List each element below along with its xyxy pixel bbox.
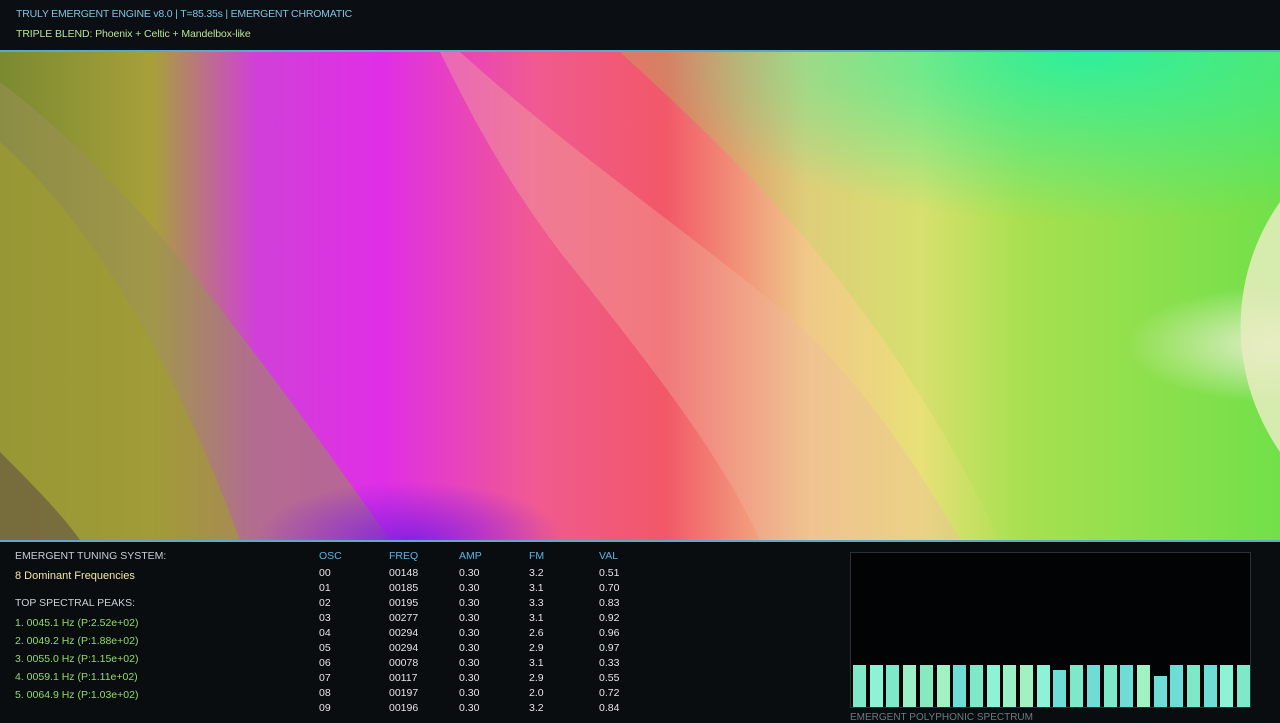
osc-freq: 00078 <box>389 657 419 669</box>
header-bar: TRULY EMERGENT ENGINE v8.0 | T=85.35s | … <box>0 0 1280 52</box>
osc-freq: 00148 <box>389 567 419 579</box>
spectrum-bar <box>1053 670 1067 707</box>
spectrum-bar <box>886 665 900 707</box>
osc-freq: 00196 <box>389 702 419 714</box>
spectrum-bar <box>853 665 866 707</box>
osc-fm: 2.0 <box>529 687 544 699</box>
spectral-peak-item: 4. 0059.1 Hz (P:1.11e+02) <box>15 671 138 683</box>
osc-val: 0.55 <box>599 672 620 684</box>
osc-val: 0.51 <box>599 567 620 579</box>
osc-id: 03 <box>319 612 331 624</box>
osc-amp: 0.30 <box>459 657 480 669</box>
spectrum-bar <box>1003 665 1017 707</box>
spectrum-bar <box>1220 665 1234 707</box>
osc-id: 05 <box>319 642 331 654</box>
osc-amp: 0.30 <box>459 702 480 714</box>
spectrum-bar <box>1036 665 1050 707</box>
osc-freq: 00294 <box>389 627 419 639</box>
spectrum-bar <box>1086 665 1100 707</box>
spectrum-bar <box>903 665 917 707</box>
spectrum-bar <box>1070 665 1084 707</box>
spectrum-bar <box>1020 665 1033 707</box>
spectrum-bar <box>1120 665 1134 707</box>
osc-freq: 00117 <box>389 672 418 684</box>
osc-fm: 3.3 <box>529 597 544 609</box>
engine-status-line: TRULY EMERGENT ENGINE v8.0 | T=85.35s | … <box>16 8 353 20</box>
osc-freq: 00185 <box>389 582 419 594</box>
osc-freq: 00277 <box>389 612 419 624</box>
osc-id: 07 <box>319 672 331 684</box>
tuning-system-title: EMERGENT TUNING SYSTEM: <box>15 550 167 562</box>
osc-id: 02 <box>319 597 331 609</box>
osc-amp: 0.30 <box>459 672 480 684</box>
spectral-peaks-title: TOP SPECTRAL PEAKS: <box>15 597 136 609</box>
osc-val: 0.72 <box>599 687 620 699</box>
spectral-peak-item: 3. 0055.0 Hz (P:1.15e+02) <box>15 653 139 665</box>
osc-val: 0.83 <box>599 597 620 609</box>
blend-status-line: TRIPLE BLEND: Phoenix + Celtic + Mandelb… <box>16 28 251 40</box>
osc-fm: 2.9 <box>529 642 544 654</box>
osc-freq: 00195 <box>389 597 419 609</box>
osc-fm: 3.1 <box>529 582 544 594</box>
osc-id: 04 <box>319 627 331 639</box>
spectrum-label: EMERGENT POLYPHONIC SPECTRUM <box>850 712 1033 723</box>
osc-id: 01 <box>319 582 331 594</box>
osc-val: 0.96 <box>599 627 620 639</box>
osc-val: 0.70 <box>599 582 620 594</box>
spectrum-bar <box>1237 665 1251 707</box>
osc-val: 0.84 <box>599 702 620 714</box>
spectrum-bar <box>919 665 933 707</box>
osc-fm: 3.2 <box>529 567 544 579</box>
osc-freq: 00197 <box>389 687 419 699</box>
osc-val: 0.97 <box>599 642 620 654</box>
spectrum-visualizer <box>850 552 1251 708</box>
spectrum-bar <box>869 665 883 707</box>
column-header-val: VAL <box>599 550 619 562</box>
osc-amp: 0.30 <box>459 612 480 624</box>
spectrum-bars <box>853 557 1251 707</box>
fractal-render <box>0 52 1280 540</box>
spectrum-bar <box>1136 665 1150 707</box>
osc-id: 08 <box>319 687 331 699</box>
osc-id: 09 <box>319 702 331 714</box>
spectral-peaks-list: 1. 0045.1 Hz (P:2.52e+02) 2. 0049.2 Hz (… <box>15 616 138 706</box>
osc-val: 0.92 <box>599 612 620 624</box>
osc-fm: 3.1 <box>529 657 544 669</box>
spectrum-bar <box>936 665 950 707</box>
osc-amp: 0.30 <box>459 687 480 699</box>
osc-fm: 2.9 <box>529 672 544 684</box>
fractal-canvas[interactable] <box>0 52 1280 540</box>
column-header-osc: OSC <box>319 550 342 562</box>
column-header-freq: FREQ <box>389 550 419 562</box>
spectrum-bar <box>1153 676 1167 707</box>
spectrum-bar <box>1187 665 1200 707</box>
osc-amp: 0.30 <box>459 627 480 639</box>
osc-amp: 0.30 <box>459 582 480 594</box>
osc-amp: 0.30 <box>459 567 480 579</box>
dominant-frequency-count: 8 Dominant Frequencies <box>15 570 135 582</box>
osc-id: 00 <box>319 567 331 579</box>
spectrum-bar <box>1103 665 1117 707</box>
osc-id: 06 <box>319 657 331 669</box>
spectrum-bar <box>953 665 967 707</box>
osc-val: 0.33 <box>599 657 620 669</box>
column-header-amp: AMP <box>459 550 482 562</box>
osc-freq: 00294 <box>389 642 419 654</box>
osc-fm: 3.2 <box>529 702 544 714</box>
spectrum-bar <box>1203 665 1217 707</box>
footer-panel: EMERGENT TUNING SYSTEM: 8 Dominant Frequ… <box>0 540 1280 723</box>
spectrum-bar <box>1170 665 1184 707</box>
spectral-peak-item: 1. 0045.1 Hz (P:2.52e+02) <box>15 617 139 629</box>
osc-amp: 0.30 <box>459 597 480 609</box>
osc-fm: 3.1 <box>529 612 544 624</box>
osc-amp: 0.30 <box>459 642 480 654</box>
spectral-peak-item: 2. 0049.2 Hz (P:1.88e+02) <box>15 635 139 647</box>
spectrum-bar <box>969 665 983 707</box>
spectral-peak-item: 5. 0064.9 Hz (P:1.03e+02) <box>15 689 139 701</box>
spectrum-bar <box>986 665 1000 707</box>
column-header-fm: FM <box>529 550 545 562</box>
osc-fm: 2.6 <box>529 627 544 639</box>
